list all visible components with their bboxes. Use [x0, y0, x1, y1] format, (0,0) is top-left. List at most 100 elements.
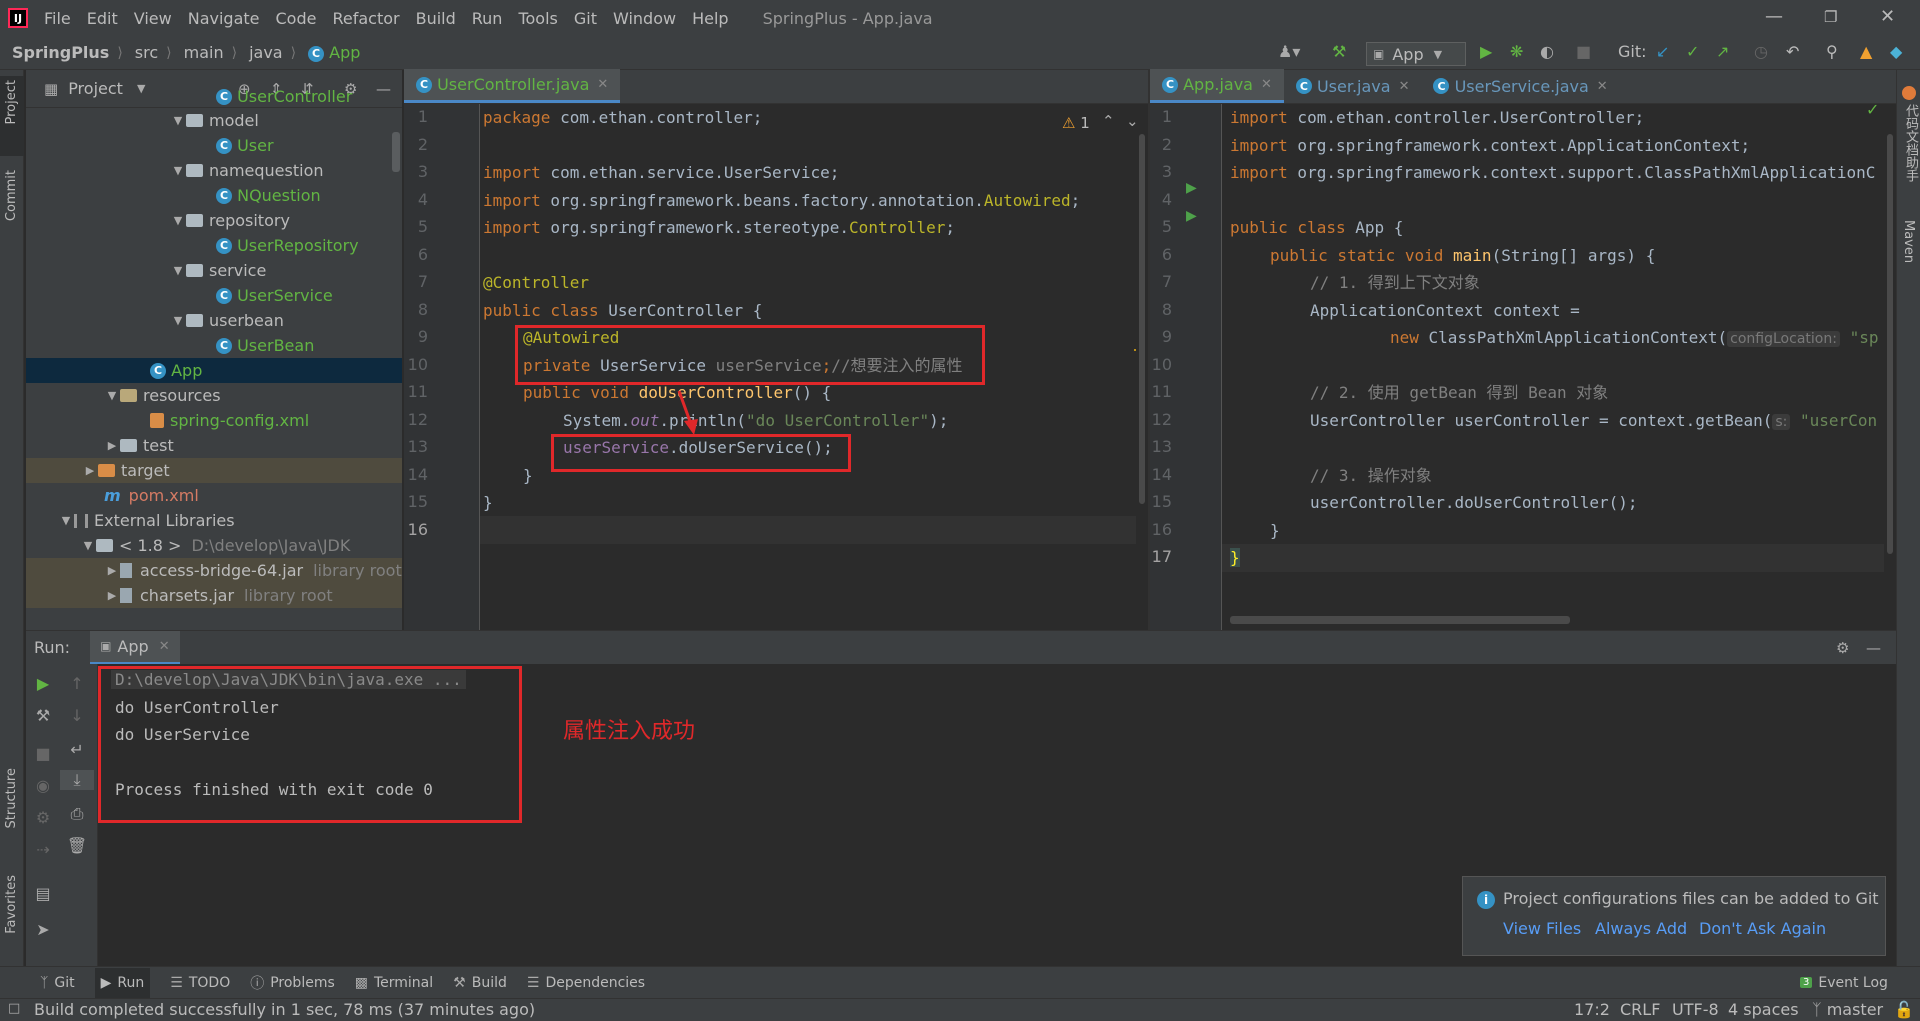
run-tool-button[interactable]: ▶ Run [94, 967, 151, 998]
run-icon[interactable]: ▶ [1480, 42, 1492, 61]
tree-item-userbean[interactable]: C UserBean [26, 333, 402, 358]
menu-tools[interactable]: Tools [518, 9, 557, 28]
breadcrumb-java[interactable]: java [249, 43, 283, 62]
scroll-to-end-icon[interactable]: ⤓ [60, 770, 94, 790]
file-encoding[interactable]: UTF-8 [1672, 1000, 1719, 1019]
menu-git[interactable]: Git [574, 9, 597, 28]
run-tab-app[interactable]: ▣ App ✕ [90, 630, 180, 665]
dependencies-tool-button[interactable]: ☰ Dependencies [527, 975, 645, 991]
rollback-icon[interactable]: ↶ [1786, 42, 1799, 61]
tree-item-test[interactable]: ▶ test [26, 433, 402, 458]
tree-item-nquestion[interactable]: C NQuestion [26, 183, 402, 208]
menu-edit[interactable]: Edit [87, 9, 118, 28]
tree-item-user[interactable]: C User [26, 133, 402, 158]
breadcrumb-src[interactable]: src [135, 43, 158, 62]
breadcrumb-main[interactable]: main [184, 43, 224, 62]
close-window-icon[interactable]: ✕ [1880, 6, 1895, 27]
close-icon[interactable]: ✕ [597, 77, 608, 92]
menu-navigate[interactable]: Navigate [188, 9, 260, 28]
menu-build[interactable]: Build [416, 9, 456, 28]
update-icon[interactable]: ▲ [1860, 42, 1872, 61]
chevron-right-icon[interactable]: ▶ [104, 589, 120, 602]
dont-ask-again-link[interactable]: Don't Ask Again [1699, 919, 1826, 938]
chevron-down-icon[interactable]: ▼ [170, 164, 186, 177]
arrow-down-icon[interactable]: ↓ [60, 706, 94, 725]
menu-run[interactable]: Run [472, 9, 503, 28]
chevron-down-icon[interactable]: ▼ [170, 314, 186, 327]
chevron-right-icon[interactable]: ▶ [82, 464, 98, 477]
always-add-link[interactable]: Always Add [1595, 919, 1687, 938]
left-editor-scrollbar[interactable] [1136, 104, 1148, 630]
tab-userservice[interactable]: C UserService.java ✕ [1421, 69, 1619, 103]
tree-item-external-libraries[interactable]: ▼ External Libraries [26, 508, 402, 533]
close-icon[interactable]: ✕ [159, 639, 170, 654]
tab-usercontroller[interactable]: C UserController.java ✕ [404, 69, 621, 103]
tree-item-service[interactable]: ▼ service [26, 258, 402, 283]
print-icon[interactable]: ⎙ [60, 804, 94, 824]
camera-icon[interactable]: ◉ [26, 776, 60, 795]
commit-tool-button[interactable]: Commit [4, 170, 19, 221]
tree-item-repository[interactable]: ▼ repository [26, 208, 402, 233]
lock-icon[interactable]: 🔓 [1894, 1000, 1914, 1019]
git-tool-button[interactable]: ᛉ Git [40, 975, 75, 991]
search-icon[interactable]: ⚲ [1826, 42, 1838, 61]
todo-tool-button[interactable]: ☰ TODO [170, 975, 230, 991]
tree-item-spring-config[interactable]: spring-config.xml [26, 408, 402, 433]
view-files-link[interactable]: View Files [1503, 919, 1581, 938]
menu-window[interactable]: Window [613, 9, 676, 28]
tree-item-jdk[interactable]: ▼ < 1.8 > D:\develop\Java\JDK [26, 533, 402, 558]
menu-view[interactable]: View [134, 9, 172, 28]
chevron-right-icon[interactable]: ▶ [104, 439, 120, 452]
problems-tool-button[interactable]: ⓘ Problems [250, 973, 335, 993]
right-code-editor[interactable]: 1 2 3 4 5 6 7 8 9 10 11 12 13 14 15 16 17 ▶ ▶ ✓ import c… [1150, 104, 1884, 630]
scrollbar-thumb[interactable] [1887, 134, 1893, 554]
history-icon[interactable]: ◷ [1754, 42, 1768, 61]
pin-icon[interactable]: ➤ [26, 920, 60, 939]
arrow-up-icon[interactable]: ↑ [60, 674, 94, 693]
plugin-icon[interactable]: ◆ [1890, 42, 1902, 61]
menu-code[interactable]: Code [276, 9, 317, 28]
docs-assistant-tool-button[interactable]: 代码文档助手 [1901, 104, 1920, 182]
chevron-down-icon[interactable]: ▼ [80, 539, 96, 552]
build-tool-button[interactable]: ⚒ Build [453, 975, 507, 991]
gear-icon[interactable]: ⚙ [1836, 639, 1849, 657]
restore-icon[interactable]: ❐ [1824, 8, 1837, 26]
login-icon[interactable]: ⇢ [26, 840, 60, 859]
close-icon[interactable]: ✕ [1261, 77, 1272, 92]
run-gutter-icon[interactable]: ▶ [1186, 180, 1197, 196]
git-update-icon[interactable]: ↙ [1656, 42, 1669, 61]
git-commit-icon[interactable]: ✓ [1686, 42, 1699, 61]
close-icon[interactable]: ✕ [1597, 79, 1608, 94]
maven-tool-button[interactable]: Maven [1901, 220, 1916, 263]
line-separator[interactable]: CRLF [1620, 1000, 1660, 1019]
tree-item-model[interactable]: ▼ model [26, 108, 402, 133]
caret-position[interactable]: 17:2 [1574, 1000, 1610, 1019]
coverage-icon[interactable]: ◐ [1540, 42, 1554, 61]
chevron-down-icon[interactable]: ▼ [170, 264, 186, 277]
user-icon[interactable]: ♟▾ [1278, 42, 1300, 61]
gear-icon[interactable]: ⚙ [26, 808, 60, 827]
tree-item-charsets-jar[interactable]: ▶ charsets.jar library root [26, 583, 402, 608]
chevron-down-icon[interactable]: ▼ [170, 114, 186, 127]
close-icon[interactable]: ✕ [1399, 79, 1410, 94]
tree-item-userbean-package[interactable]: ▼ userbean [26, 308, 402, 333]
scrollbar-thumb[interactable] [1139, 134, 1145, 504]
breadcrumb-project[interactable]: SpringPlus [12, 43, 109, 62]
menu-refactor[interactable]: Refactor [332, 9, 399, 28]
tree-item-target[interactable]: ▶ target [26, 458, 402, 483]
tree-item-pom[interactable]: m pom.xml [26, 483, 402, 508]
tree-item-access-bridge-jar[interactable]: ▶ access-bridge-64.jar library root [26, 558, 402, 583]
right-editor-scrollbar[interactable] [1884, 104, 1896, 630]
stop-icon[interactable]: ■ [26, 744, 60, 763]
soft-wrap-icon[interactable]: ↵ [60, 740, 94, 759]
run-gutter-icon[interactable]: ▶ [1186, 208, 1197, 224]
toggle-tool-windows-icon[interactable]: □ [8, 1001, 20, 1016]
tab-user[interactable]: C User.java ✕ [1284, 69, 1422, 103]
chevron-down-icon[interactable]: ▼ [58, 514, 74, 527]
git-push-icon[interactable]: ↗ [1716, 42, 1729, 61]
event-log-tool-button[interactable]: 3 Event Log [1800, 975, 1888, 991]
rerun-icon[interactable]: ▶ [26, 674, 60, 693]
build-hammer-icon[interactable]: ⚒ [1332, 42, 1346, 61]
horizontal-scrollbar-thumb[interactable] [1230, 616, 1570, 624]
project-tool-button[interactable]: Project [4, 80, 19, 124]
